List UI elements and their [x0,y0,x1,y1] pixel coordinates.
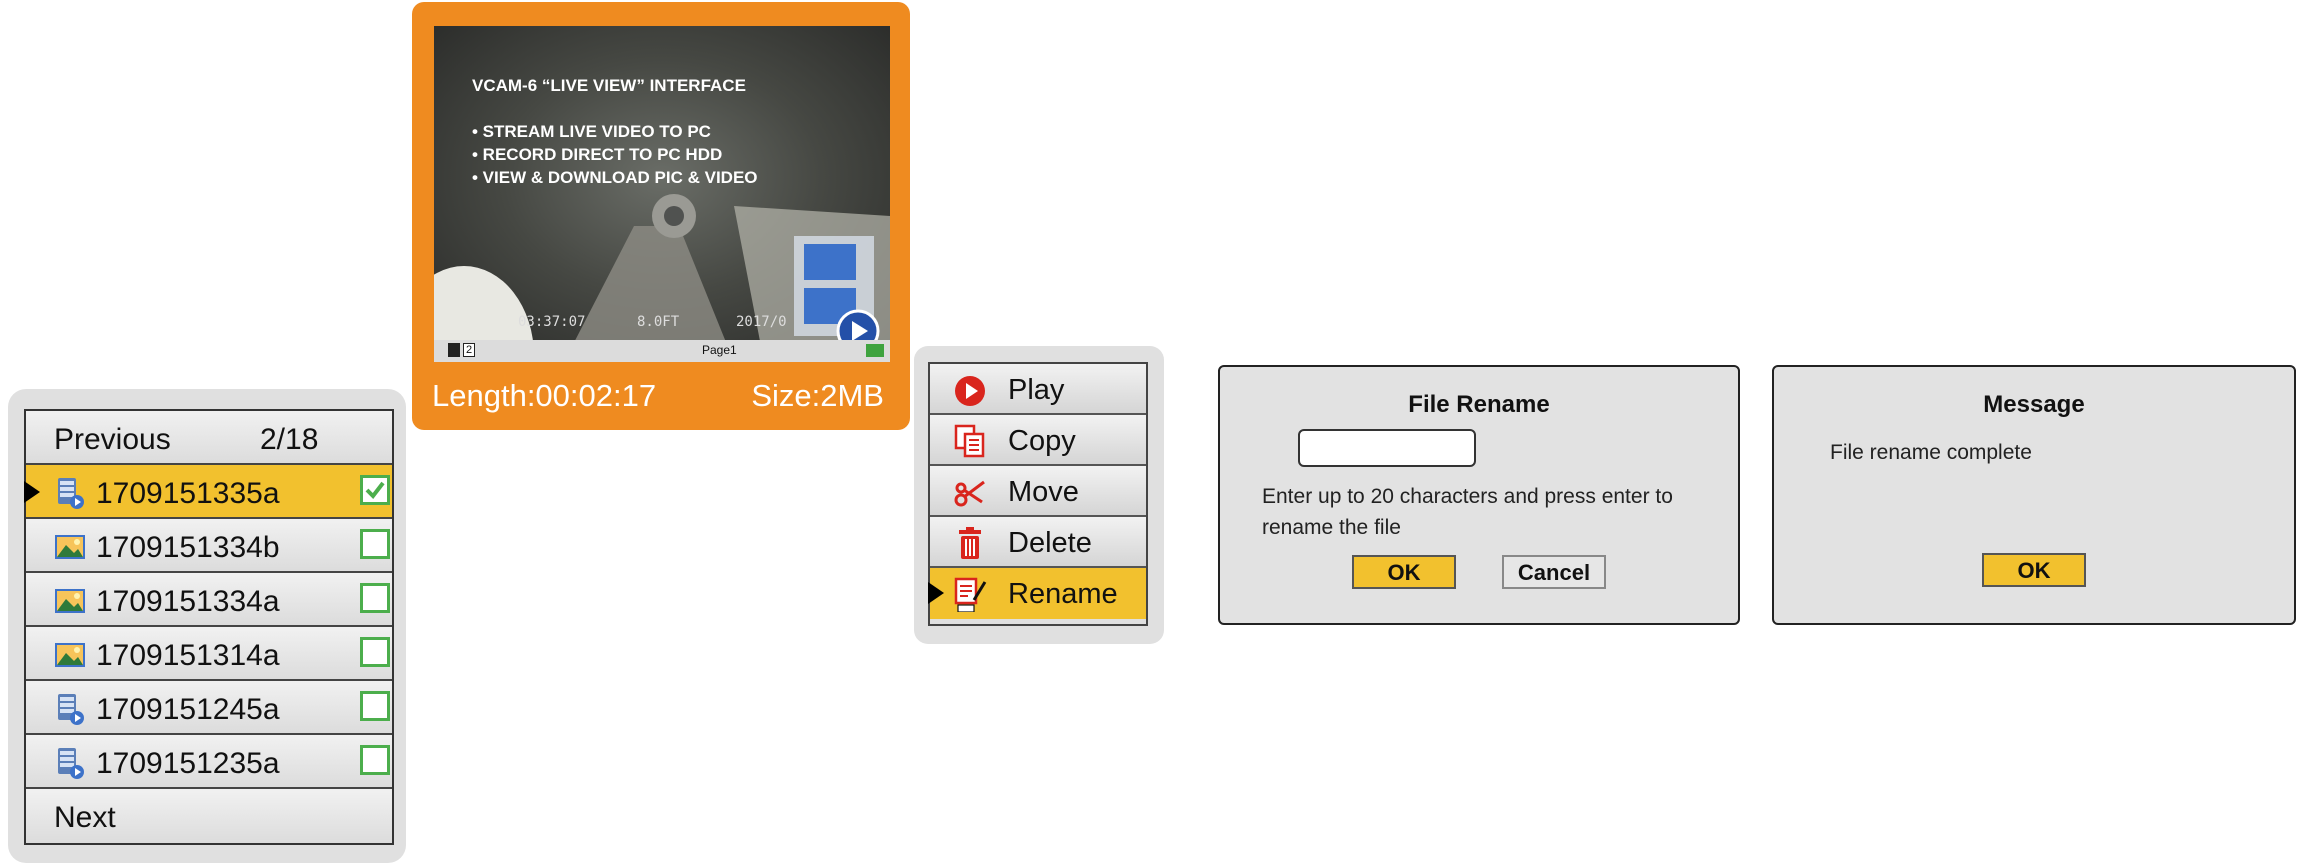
overlay-bullet: • VIEW & DOWNLOAD PIC & VIDEO [472,168,758,187]
file-preview-panel: VCAM-6 “LIVE VIEW” INTERFACE • STREAM LI… [412,2,910,430]
file-row-1709151314a[interactable]: 1709151314a [26,627,392,681]
message-text: File rename complete [1830,441,2032,464]
preview-status-bar: 2 Page1 [434,340,890,362]
status-badge: 2 [463,343,476,357]
rename-hint-line2: rename the file [1262,516,1401,539]
previous-page-button[interactable]: Previous 2/18 [26,411,392,465]
dialog-title: File Rename [1408,391,1550,418]
rename-ok-button[interactable]: OK [1352,555,1456,589]
osd-distance: 8.0FT [637,314,680,330]
file-action-menu: Play Copy Move Delete Rename [914,346,1164,644]
rename-icon [954,577,987,612]
file-checkbox[interactable] [360,745,390,775]
overlay-bullet: • STREAM LIVE VIDEO TO PC [472,122,711,141]
file-name: 1709151314a [96,639,280,672]
photo-file-icon [55,589,85,613]
status-page: Page1 [702,343,737,357]
video-file-icon [58,748,84,779]
check-icon [365,481,385,500]
file-rename-dialog: File Rename Enter up to 20 characters an… [1218,365,1740,625]
menu-label: Play [1008,374,1065,406]
photo-file-icon [55,643,85,667]
file-size: Size:2MB [751,378,884,413]
file-row-1709151235a[interactable]: 1709151235a [26,735,392,789]
play-icon [955,376,985,406]
rename-input[interactable] [1298,429,1476,467]
file-row-1709151334a[interactable]: 1709151334a [26,573,392,627]
file-checkbox[interactable] [360,637,390,667]
scissors-icon [954,480,985,507]
previous-label: Previous [54,423,171,456]
file-row-1709151335a[interactable]: 1709151335a [24,465,392,519]
next-page-button[interactable]: Next [26,789,392,843]
file-name: 1709151335a [96,477,280,510]
rename-cancel-button[interactable]: Cancel [1502,555,1606,589]
file-name: 1709151334b [96,531,280,564]
file-checkbox[interactable] [360,529,390,559]
osd-date: 2017/0 [736,314,787,330]
file-row-1709151334b[interactable]: 1709151334b [26,519,392,573]
rename-hint-line1: Enter up to 20 characters and press ente… [1262,485,1673,508]
menu-label: Move [1008,476,1079,508]
next-label: Next [54,801,116,834]
file-checkbox[interactable] [360,691,390,721]
file-checkbox[interactable] [360,583,390,613]
battery-icon [866,344,884,357]
osd-time: 03:37:07 [518,314,586,330]
page-counter: 2/18 [260,423,319,456]
copy-icon [954,424,985,458]
menu-label: Rename [1008,578,1118,610]
sd-card-icon [448,343,460,357]
file-checkbox[interactable] [360,475,390,505]
menu-item-play[interactable]: Play [930,364,1146,415]
trash-icon [959,527,981,559]
photo-file-icon [55,535,85,559]
dialog-title: Message [1983,391,2085,418]
file-name: 1709151235a [96,747,280,780]
message-ok-button[interactable]: OK [1982,553,2086,587]
menu-item-copy[interactable]: Copy [930,415,1146,466]
overlay-title: VCAM-6 “LIVE VIEW” INTERFACE [472,76,746,95]
preview-thumbnail[interactable]: VCAM-6 “LIVE VIEW” INTERFACE • STREAM LI… [434,26,890,362]
selection-pointer-icon [24,481,40,503]
menu-label: Delete [1008,527,1092,559]
menu-item-delete[interactable]: Delete [930,517,1146,568]
file-name: 1709151334a [96,585,280,618]
file-list-panel: Previous 2/18 1709151335a 1709151334b 17… [8,389,406,863]
menu-item-move[interactable]: Move [930,466,1146,517]
menu-list: Play Copy Move Delete Rename [928,362,1148,626]
video-length: Length:00:02:17 [432,378,657,413]
video-file-icon [58,694,84,725]
menu-label: Copy [1008,425,1076,457]
file-name: 1709151245a [96,693,280,726]
selection-pointer-icon [928,582,944,604]
message-dialog: Message File rename complete OK [1772,365,2296,625]
file-row-1709151245a[interactable]: 1709151245a [26,681,392,735]
overlay-bullet: • RECORD DIRECT TO PC HDD [472,145,723,164]
file-list: Previous 2/18 1709151335a 1709151334b 17… [24,409,394,845]
menu-item-rename[interactable]: Rename [928,568,1146,619]
video-file-icon [58,478,84,509]
